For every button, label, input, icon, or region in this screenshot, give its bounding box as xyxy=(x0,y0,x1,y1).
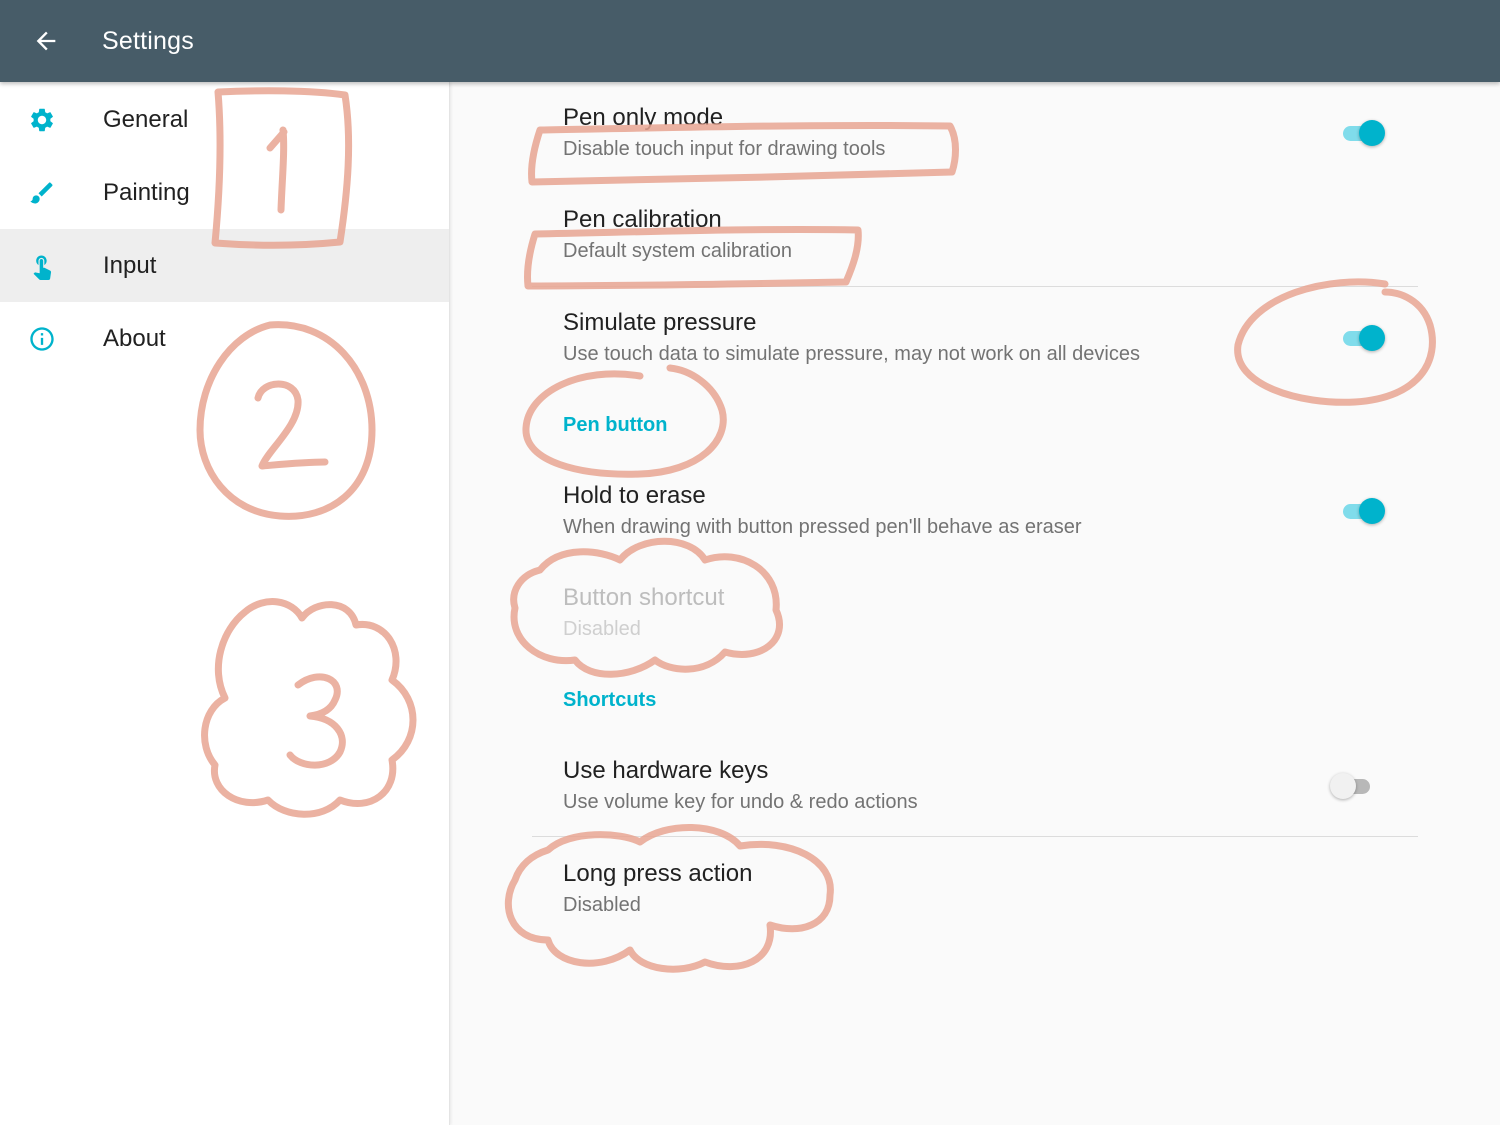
hold-to-erase-switch[interactable] xyxy=(1339,496,1385,526)
pen-only-mode-switch[interactable] xyxy=(1339,118,1385,148)
pref-title: Long press action xyxy=(563,860,753,887)
back-button[interactable] xyxy=(0,0,92,82)
category-header-shortcuts: Shortcuts xyxy=(563,689,657,711)
simulate-pressure-switch[interactable] xyxy=(1339,323,1385,353)
sidebar: General Painting Input About xyxy=(0,82,450,1125)
pref-summary: Use volume key for undo & redo actions xyxy=(563,791,918,813)
pref-pen-only-mode[interactable]: Pen only mode Disable touch input for dr… xyxy=(563,104,1423,162)
sidebar-item-painting[interactable]: Painting xyxy=(0,156,449,229)
pref-summary: Default system calibration xyxy=(563,240,792,262)
pref-long-press-action[interactable]: Long press action Disabled xyxy=(563,860,1423,918)
brush-icon xyxy=(0,179,84,207)
divider xyxy=(532,286,1418,287)
pref-title: Simulate pressure xyxy=(563,309,757,336)
pref-title: Use hardware keys xyxy=(563,757,769,784)
use-hardware-keys-switch[interactable] xyxy=(1330,771,1376,801)
sidebar-item-general[interactable]: General xyxy=(0,83,449,156)
pref-summary: Use touch data to simulate pressure, may… xyxy=(563,343,1140,365)
divider xyxy=(532,836,1418,837)
pref-summary: Disabled xyxy=(563,894,641,916)
pref-title: Pen only mode xyxy=(563,104,724,131)
page-title: Settings xyxy=(102,26,194,55)
pref-title: Pen calibration xyxy=(563,206,722,233)
pref-summary: When drawing with button pressed pen'll … xyxy=(563,516,1082,538)
pref-summary: Disable touch input for drawing tools xyxy=(563,138,886,160)
pref-simulate-pressure[interactable]: Simulate pressure Use touch data to simu… xyxy=(563,309,1423,367)
sidebar-item-about[interactable]: About xyxy=(0,302,449,375)
info-icon xyxy=(0,325,84,353)
category-header-pen-button: Pen button xyxy=(563,414,668,436)
app-bar: Settings xyxy=(0,0,1500,82)
pref-summary: Disabled xyxy=(563,618,641,640)
pref-title: Button shortcut xyxy=(563,584,725,611)
arrow-back-icon xyxy=(36,31,56,51)
pref-title: Hold to erase xyxy=(563,482,706,509)
sidebar-item-label: Input xyxy=(103,251,157,279)
pref-button-shortcut: Button shortcut Disabled xyxy=(563,584,1423,642)
sidebar-item-input[interactable]: Input xyxy=(0,229,449,302)
pref-hold-to-erase[interactable]: Hold to erase When drawing with button p… xyxy=(563,482,1423,540)
settings-content: Pen only mode Disable touch input for dr… xyxy=(451,82,1500,1125)
gear-icon xyxy=(0,106,84,134)
sidebar-item-label: General xyxy=(103,105,189,133)
pref-pen-calibration[interactable]: Pen calibration Default system calibrati… xyxy=(563,206,1423,264)
sidebar-item-label: About xyxy=(103,324,166,352)
pref-use-hardware-keys[interactable]: Use hardware keys Use volume key for und… xyxy=(563,757,1423,815)
touch-hand-icon xyxy=(0,252,84,280)
sidebar-item-label: Painting xyxy=(103,178,190,206)
